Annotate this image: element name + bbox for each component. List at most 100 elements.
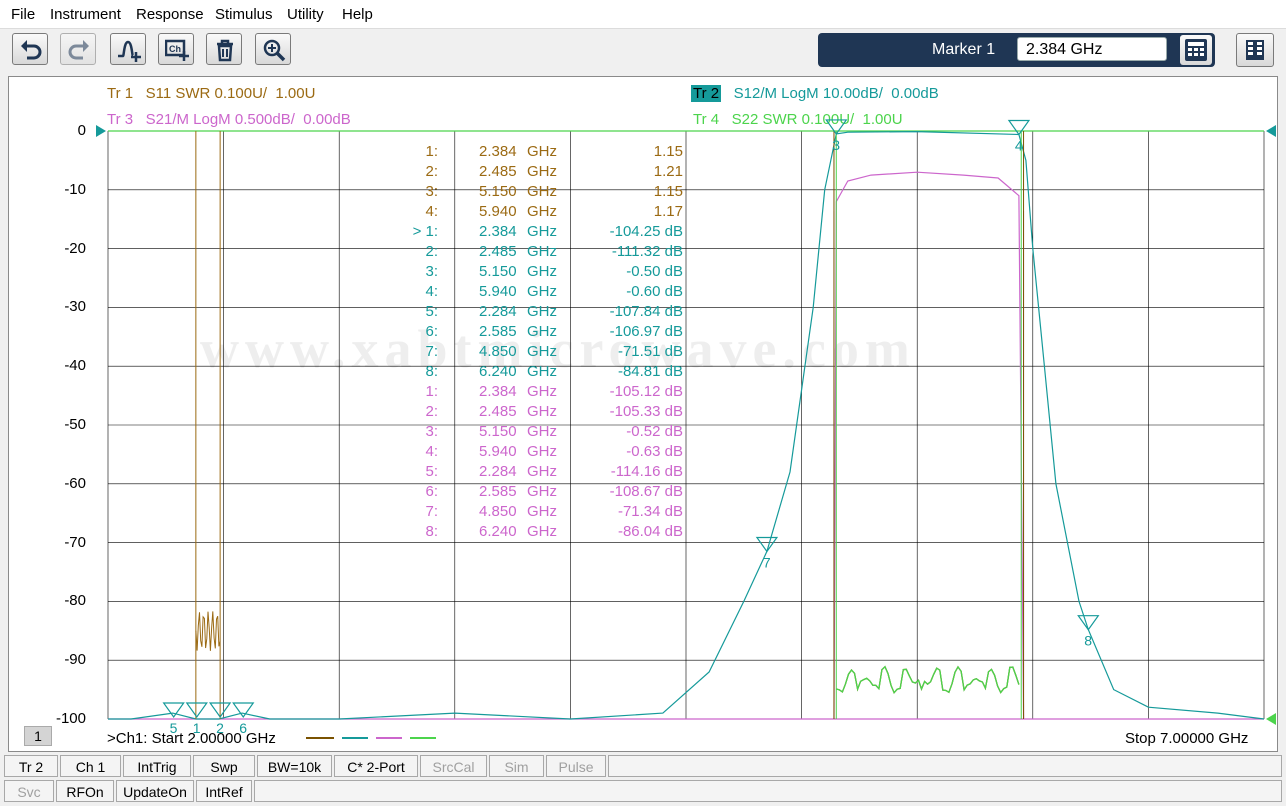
marker-table-marker-value: -114.16 dB — [610, 463, 683, 480]
marker-table-marker-number: 6: — [425, 483, 438, 500]
marker-number: 7 — [763, 554, 771, 570]
softkey-sim[interactable]: Sim — [489, 755, 544, 777]
marker-table-marker-frequency: 2.284 — [479, 463, 517, 480]
softkey-bw-10k[interactable]: BW=10k — [257, 755, 332, 777]
marker-table-marker-frequency: 4.850 — [479, 503, 517, 520]
softkey-srccal[interactable]: SrcCal — [420, 755, 487, 777]
softkey-updateon[interactable]: UpdateOn — [116, 780, 194, 802]
marker-table-marker-frequency: 5.150 — [479, 183, 517, 200]
softkey-ch-1[interactable]: Ch 1 — [60, 755, 121, 777]
marker-table-marker-unit: GHz — [527, 283, 557, 300]
marker-table-marker-frequency: 2.485 — [479, 163, 517, 180]
start-frequency[interactable]: >Ch1: Start 2.00000 GHz — [107, 730, 276, 747]
softkey-inttrig[interactable]: IntTrig — [123, 755, 191, 777]
marker-table-marker-frequency: 5.150 — [479, 423, 517, 440]
marker-table-marker-unit: GHz — [527, 243, 557, 260]
ref-arrow-left[interactable] — [96, 125, 106, 137]
marker-table-marker-value: -84.81 dB — [617, 363, 683, 380]
softkey-c-2-port[interactable]: C* 2-Port — [334, 755, 418, 777]
marker-table-marker-unit: GHz — [527, 363, 557, 380]
marker-table-marker-value: -105.12 dB — [609, 383, 683, 400]
marker-table-marker-frequency: 5.940 — [479, 203, 517, 220]
marker-table-marker-unit: GHz — [527, 143, 557, 160]
marker-table-marker-number: 1: — [425, 383, 438, 400]
marker-table-marker-unit: GHz — [527, 343, 557, 360]
marker-table-marker-value: -105.33 dB — [609, 403, 683, 420]
marker-table-marker-value: -107.84 dB — [609, 303, 683, 320]
marker-table-marker-number: 2: — [425, 243, 438, 260]
marker-table-marker-value: 1.17 — [653, 203, 683, 220]
softkey-intref[interactable]: IntRef — [196, 780, 252, 802]
marker-table-marker-number: 4: — [425, 203, 438, 220]
trace-ripple — [195, 611, 221, 651]
marker-table-marker-value: -0.50 dB — [626, 263, 683, 280]
marker-table-marker-frequency: 5.940 — [479, 443, 517, 460]
marker-table-marker-value: 1.15 — [653, 143, 683, 160]
softkey-swp[interactable]: Swp — [193, 755, 255, 777]
marker-table-marker-number: 8: — [425, 363, 438, 380]
ref-arrow-right-bottom[interactable] — [1266, 713, 1276, 725]
marker-table-marker-number: 8: — [425, 523, 438, 540]
marker-table-marker-unit: GHz — [527, 223, 557, 240]
marker-table-marker-frequency: 2.384 — [479, 383, 517, 400]
marker-table-marker-frequency: 2.384 — [479, 143, 517, 160]
marker-number: 8 — [1084, 633, 1092, 649]
softkey-rfon[interactable]: RFOn — [56, 780, 114, 802]
marker-table-marker-frequency: 4.850 — [479, 343, 517, 360]
marker-table-marker-number: 5: — [425, 463, 438, 480]
marker-table-marker-number: 5: — [425, 303, 438, 320]
marker-table-marker-frequency: 2.485 — [479, 243, 517, 260]
marker-table-marker-value: 1.21 — [653, 163, 683, 180]
marker-table-marker-unit: GHz — [527, 503, 557, 520]
marker-triangle[interactable] — [185, 702, 208, 719]
marker-table-marker-value: -0.60 dB — [626, 283, 683, 300]
channel-number[interactable]: 1 — [24, 726, 52, 746]
marker-table-marker-unit: GHz — [527, 443, 557, 460]
marker-triangle[interactable] — [1007, 119, 1031, 136]
trace-ripple — [836, 665, 1020, 694]
marker-table-marker-value: -108.67 dB — [609, 483, 683, 500]
marker-table-marker-unit: GHz — [527, 463, 557, 480]
marker-table-marker-number: 3: — [425, 423, 438, 440]
marker-table-marker-number: 4: — [425, 283, 438, 300]
trace-line — [833, 171, 1025, 720]
softkey-row-2: Svc RFOn UpdateOn IntRef — [0, 780, 1286, 804]
marker-table-marker-unit: GHz — [527, 263, 557, 280]
marker-number: 3 — [832, 137, 840, 153]
marker-table-marker-value: -71.51 dB — [617, 343, 683, 360]
marker-table-marker-number: 3: — [425, 183, 438, 200]
marker-table-marker-frequency: 6.240 — [479, 363, 517, 380]
marker-table-marker-unit: GHz — [527, 163, 557, 180]
marker-table-marker-number: 3: — [425, 263, 438, 280]
marker-table-marker-value: -104.25 dB — [609, 223, 683, 240]
marker-table-marker-value: -106.97 dB — [609, 323, 683, 340]
stop-frequency[interactable]: Stop 7.00000 GHz — [1125, 730, 1248, 747]
marker-table-marker-number: 7: — [425, 343, 438, 360]
marker-table-marker-unit: GHz — [527, 523, 557, 540]
marker-table-marker-unit: GHz — [527, 203, 557, 220]
marker-table-marker-value: -86.04 dB — [617, 523, 683, 540]
marker-table-marker-number: 1: — [425, 143, 438, 160]
marker-number: 4 — [1015, 138, 1023, 154]
softkey-pulse[interactable]: Pulse — [546, 755, 606, 777]
marker-table-marker-number: > 1: — [412, 223, 438, 240]
softkey-empty — [608, 755, 1282, 777]
ref-arrow-right[interactable] — [1266, 125, 1276, 137]
marker-table-marker-frequency: 6.240 — [479, 523, 517, 540]
marker-table-marker-number: 4: — [425, 443, 438, 460]
marker-triangle[interactable] — [1077, 615, 1100, 631]
softkey-svc[interactable]: Svc — [4, 780, 54, 802]
trace-legend — [306, 737, 436, 739]
marker-table-marker-unit: GHz — [527, 183, 557, 200]
marker-table-marker-number: 7: — [425, 503, 438, 520]
softkey-tr-2[interactable]: Tr 2 — [4, 755, 58, 777]
marker-table-marker-value: -0.52 dB — [626, 423, 683, 440]
marker-table-marker-frequency: 5.940 — [479, 283, 517, 300]
marker-table-marker-unit: GHz — [527, 483, 557, 500]
marker-table-marker-unit: GHz — [527, 323, 557, 340]
marker-table-marker-frequency: 5.150 — [479, 263, 517, 280]
marker-table-marker-number: 2: — [425, 163, 438, 180]
marker-table-marker-value: -0.63 dB — [626, 443, 683, 460]
marker-table-marker-unit: GHz — [527, 383, 557, 400]
marker-table-marker-unit: GHz — [527, 403, 557, 420]
